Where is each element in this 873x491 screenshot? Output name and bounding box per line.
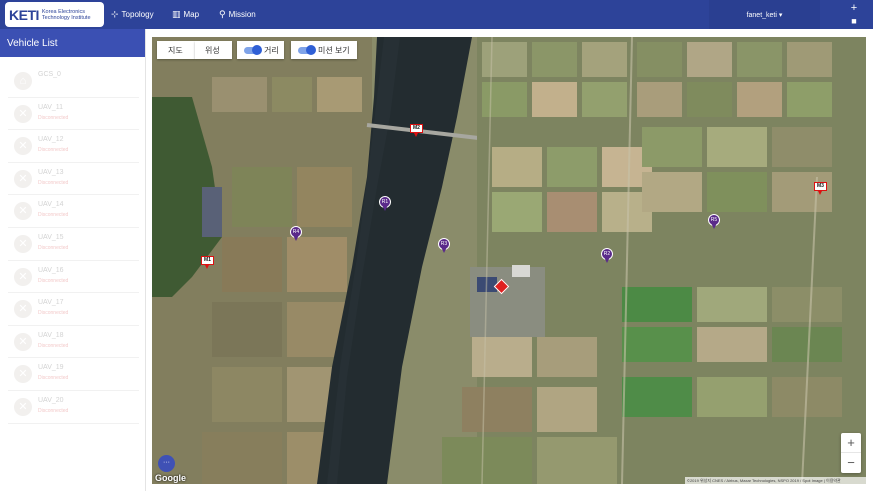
vehicle-item-uav-14[interactable]: ✕ UAV_14 Disconnected xyxy=(8,195,139,228)
waypoint-marker-r3[interactable]: R3 xyxy=(438,238,450,254)
uav-icon: ✕ xyxy=(14,365,32,384)
satellite-map[interactable]: 지도 위성 거리 미션 보기 R1 R2 R3 R4 R5 M1 M2 M3 +… xyxy=(152,37,866,484)
vehicle-name: UAV_19 xyxy=(38,364,64,372)
logo-mark: KETI xyxy=(9,6,39,23)
nav-map[interactable]: ▥ Map xyxy=(172,0,199,29)
vehicle-status: Disconnected xyxy=(38,179,69,186)
add-icon[interactable]: + xyxy=(848,2,860,14)
zoom-out-button[interactable]: − xyxy=(841,453,861,473)
mission-view-toggle-chip: 미션 보기 xyxy=(291,41,357,59)
map-attribution: ©2019 위성지 CNES / Airbus, Maxar Technolog… xyxy=(685,477,866,484)
uav-icon: ✕ xyxy=(14,169,32,188)
mission-view-toggle[interactable] xyxy=(298,44,316,55)
mission-m2-label: M2 xyxy=(410,124,423,133)
distance-toggle[interactable] xyxy=(244,44,262,55)
mission-marker-m3[interactable]: M3 xyxy=(814,182,827,195)
vehicle-item-uav-15[interactable]: ✕ UAV_15 Disconnected xyxy=(8,228,139,261)
waypoint-marker-r2[interactable]: R2 xyxy=(601,248,613,264)
uav-icon: ✕ xyxy=(14,137,32,156)
vehicle-name: GCS_0 xyxy=(38,71,61,78)
vehicle-name: UAV_18 xyxy=(38,331,64,339)
uav-icon: ✕ xyxy=(14,300,32,319)
vehicle-status: Disconnected xyxy=(38,212,69,219)
uav-icon: ✕ xyxy=(14,332,32,351)
logo-text-line2: Technology Institute xyxy=(41,14,91,21)
nav-map-label: Map xyxy=(183,10,200,19)
vehicle-name: UAV_12 xyxy=(38,136,64,144)
vehicle-name: UAV_15 xyxy=(38,233,64,241)
mission-marker-m1[interactable]: M1 xyxy=(201,256,214,269)
vehicle-item-uav-16[interactable]: ✕ UAV_16 Disconnected xyxy=(8,261,139,294)
uav-icon: ✕ xyxy=(14,104,32,123)
vehicle-item-gcs-0[interactable]: ⌂ GCS_0 xyxy=(8,65,139,98)
distance-toggle-chip: 거리 xyxy=(237,41,284,59)
zoom-in-button[interactable]: + xyxy=(841,433,861,453)
vehicle-status: Disconnected xyxy=(38,375,69,382)
map-type-map-button[interactable]: 지도 xyxy=(157,41,195,59)
map-type-satellite-button[interactable]: 위성 xyxy=(195,41,232,59)
nav-topology[interactable]: ⊹ Topology xyxy=(111,0,154,29)
vehicle-item-uav-19[interactable]: ✕ UAV_19 Disconnected xyxy=(8,358,139,391)
keti-logo[interactable]: KETI Korea Electronics Technology Instit… xyxy=(5,2,104,27)
vehicle-status: Disconnected xyxy=(38,114,69,121)
waypoint-marker-r1[interactable]: R1 xyxy=(379,196,391,212)
nav-mission-label: Mission xyxy=(228,10,256,19)
uav-icon: ✕ xyxy=(14,234,32,253)
sidebar: Vehicle List ⌂ GCS_0 ✕ UAV_11 Disconnect… xyxy=(0,29,146,491)
vehicle-item-uav-13[interactable]: ✕ UAV_13 Disconnected xyxy=(8,163,139,196)
vehicle-item-uav-12[interactable]: ✕ UAV_12 Disconnected xyxy=(8,130,139,163)
waypoint-marker-r5[interactable]: R5 xyxy=(708,214,720,230)
vehicle-status: Disconnected xyxy=(38,342,69,349)
vehicle-name: UAV_16 xyxy=(38,266,64,274)
distance-toggle-label: 거리 xyxy=(264,45,279,55)
vehicle-status: Disconnected xyxy=(38,244,69,251)
vehicle-status: Disconnected xyxy=(38,277,69,284)
vehicle-item-uav-17[interactable]: ✕ UAV_17 Disconnected xyxy=(8,293,139,326)
zoom-control: + − xyxy=(841,433,861,473)
user-menu[interactable]: fanet_keti ▾ xyxy=(709,0,820,29)
waypoint-marker-r4[interactable]: R4 xyxy=(290,226,302,242)
vehicle-item-uav-18[interactable]: ✕ UAV_18 Disconnected xyxy=(8,326,139,359)
vehicle-item-uav-20[interactable]: ✕ UAV_20 Disconnected xyxy=(8,391,139,424)
vehicle-name: UAV_13 xyxy=(38,168,64,176)
uav-icon: ✕ xyxy=(14,267,32,286)
mission-marker-m2[interactable]: M2 xyxy=(410,124,423,137)
vehicle-name: UAV_14 xyxy=(38,201,64,209)
trash-icon[interactable]: ■ xyxy=(848,15,860,27)
uav-icon: ✕ xyxy=(14,202,32,221)
mission-m1-label: M1 xyxy=(201,256,214,265)
location-pin-icon: ⚲ xyxy=(219,9,226,19)
home-icon xyxy=(493,278,510,295)
mission-m3-label: M3 xyxy=(814,182,827,191)
satellite-imagery xyxy=(152,37,866,484)
vehicle-name: UAV_20 xyxy=(38,396,64,404)
home-icon: ⌂ xyxy=(14,72,32,90)
vehicle-list: ⌂ GCS_0 ✕ UAV_11 Disconnected ✕ UAV_12 D… xyxy=(0,65,145,424)
more-options-button[interactable]: ··· xyxy=(158,455,175,472)
vehicle-status: Disconnected xyxy=(38,147,69,154)
vehicle-list-title: Vehicle List xyxy=(0,29,145,57)
google-logo: Google xyxy=(155,473,186,483)
top-navbar: KETI Korea Electronics Technology Instit… xyxy=(0,0,873,29)
vehicle-name: UAV_17 xyxy=(38,299,64,307)
uav-icon: ✕ xyxy=(14,397,32,416)
ground-station-marker[interactable] xyxy=(493,278,510,296)
topology-icon: ⊹ xyxy=(111,9,119,19)
vehicle-item-uav-11[interactable]: ✕ UAV_11 Disconnected xyxy=(8,98,139,131)
mission-view-toggle-label: 미션 보기 xyxy=(318,45,350,55)
vehicle-status: Disconnected xyxy=(38,310,69,317)
logo-text: Korea Electronics Technology Institute xyxy=(42,9,91,21)
map-icon: ▥ xyxy=(172,9,181,19)
nav-topology-label: Topology xyxy=(121,10,154,19)
vehicle-status: Disconnected xyxy=(38,407,69,414)
nav-mission[interactable]: ⚲ Mission xyxy=(219,0,256,29)
vehicle-name: UAV_11 xyxy=(38,103,64,111)
